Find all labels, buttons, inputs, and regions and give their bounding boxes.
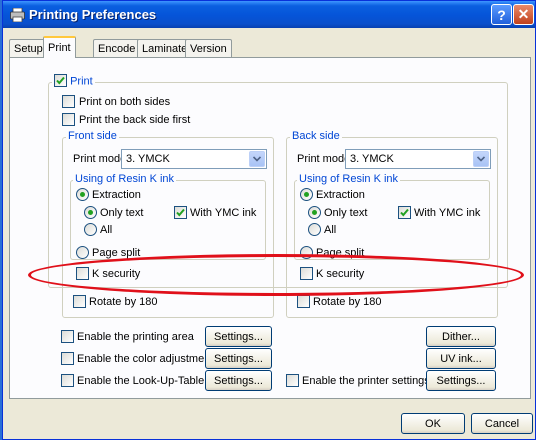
front-all-radio[interactable] [84,223,97,236]
print-group-title: Print [52,74,95,88]
help-button[interactable]: ? [491,4,512,25]
printer-settings-label: Enable the printer settings [302,375,430,387]
cancel-button[interactable]: Cancel [471,413,533,434]
front-k-security-checkbox[interactable] [76,267,89,280]
chevron-down-icon [473,151,489,167]
print-both-sides-label: Print on both sides [79,96,171,108]
front-with-ymc-label: With YMC ink [190,207,257,219]
back-rotate-label: Rotate by 180 [313,296,382,308]
printing-area-checkbox[interactable] [61,330,74,343]
dither-button[interactable]: Dither... [426,326,496,347]
back-extraction-radio[interactable] [300,188,313,201]
checkmark-icon [56,76,65,85]
lut-label: Enable the Look-Up-Table [77,375,205,387]
tab-laminate[interactable]: Laminate [137,39,193,57]
chevron-down-icon [249,151,265,167]
lut-checkbox[interactable] [61,374,74,387]
checkmark-icon [176,208,185,217]
front-print-mode-select[interactable]: 3. YMCK [121,149,267,169]
radio-dot-icon [312,210,317,215]
back-with-ymc-label: With YMC ink [414,207,481,219]
back-page-split-radio[interactable] [300,246,313,259]
ok-button[interactable]: OK [401,413,465,434]
back-page-split-label: Page split [316,247,365,259]
radio-dot-icon [80,192,85,197]
back-all-radio[interactable] [308,223,321,236]
tab-encode[interactable]: Encode [93,39,141,57]
help-icon: ? [497,6,506,23]
radio-dot-icon [88,210,93,215]
print-both-sides-checkbox[interactable] [62,95,75,108]
tab-setup[interactable]: Setup [9,39,48,57]
back-print-mode-value: 3. YMCK [350,153,394,165]
back-print-mode-select[interactable]: 3. YMCK [345,149,491,169]
title-bar[interactable]: Printing Preferences ? ✕ [3,1,535,28]
front-resin-title: Using of Resin K ink [73,173,177,185]
uv-ink-button[interactable]: UV ink... [426,348,496,369]
front-page-split-radio[interactable] [76,246,89,259]
printer-icon [10,7,25,23]
back-extraction-label: Extraction [316,189,365,201]
tab-print[interactable]: Print [43,36,76,58]
color-adjustment-checkbox[interactable] [61,352,74,365]
back-k-security-checkbox[interactable] [300,267,313,280]
front-side-title: Front side [66,130,119,142]
front-rotate-label: Rotate by 180 [89,296,158,308]
front-extraction-radio[interactable] [76,188,89,201]
print-checkbox[interactable] [54,74,67,87]
color-adjustment-settings-button[interactable]: Settings... [205,348,272,369]
front-only-text-label: Only text [100,207,144,219]
tab-version[interactable]: Version [185,39,232,57]
radio-dot-icon [304,192,309,197]
front-page-split-label: Page split [92,247,141,259]
close-button[interactable]: ✕ [513,4,534,25]
front-k-security-label: K security [92,268,141,280]
printing-area-label: Enable the printing area [77,331,194,343]
front-only-text-radio[interactable] [84,206,97,219]
back-rotate-checkbox[interactable] [297,295,310,308]
back-only-text-radio[interactable] [308,206,321,219]
front-extraction-label: Extraction [92,189,141,201]
checkmark-icon [400,208,409,217]
front-all-label: All [100,224,113,236]
back-side-title: Back side [290,130,342,142]
printer-settings-button[interactable]: Settings... [426,370,496,391]
back-k-security-label: K security [316,268,365,280]
back-only-text-label: Only text [324,207,368,219]
back-resin-title: Using of Resin K ink [297,173,401,185]
print-label: Print [70,75,93,88]
front-with-ymc-checkbox[interactable] [174,206,187,219]
window-title: Printing Preferences [29,7,157,22]
front-rotate-checkbox[interactable] [73,295,86,308]
lut-settings-button[interactable]: Settings... [205,370,272,391]
back-with-ymc-checkbox[interactable] [398,206,411,219]
print-back-first-label: Print the back side first [79,114,191,126]
printing-area-settings-button[interactable]: Settings... [205,326,272,347]
printer-settings-checkbox[interactable] [286,374,299,387]
close-icon: ✕ [517,6,530,22]
print-tab-panel: Print Print on both sides Print the back… [9,57,531,399]
printing-preferences-window: Printing Preferences ? ✕ Setup Print Enc… [2,0,536,440]
print-back-first-checkbox[interactable] [62,113,75,126]
front-print-mode-value: 3. YMCK [126,153,170,165]
color-adjustment-label: Enable the color adjustment [77,353,214,365]
back-all-label: All [324,224,337,236]
